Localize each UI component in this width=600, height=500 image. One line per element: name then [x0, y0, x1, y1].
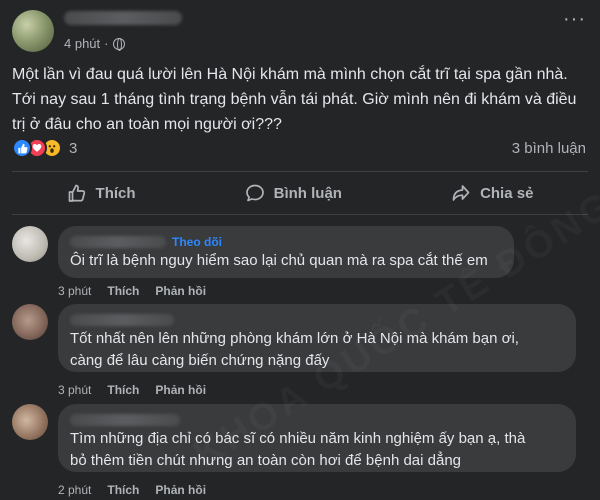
- comment-text-line-1: Tìm những địa chỉ có bác sĩ có nhiều năm…: [70, 430, 526, 447]
- share-button[interactable]: Chia sẻ: [451, 183, 533, 203]
- comment-like-button[interactable]: Thích: [107, 284, 139, 298]
- comment-time[interactable]: 3 phút: [58, 383, 91, 397]
- comment-reply-button[interactable]: Phản hồi: [155, 383, 206, 397]
- comment-bubble: Theo dõi Ôi trĩ là bệnh nguy hiểm sao lạ…: [58, 226, 514, 278]
- commenter-name-redacted[interactable]: [70, 414, 180, 426]
- follow-button[interactable]: Theo dõi: [172, 235, 222, 249]
- like-label: Thích: [95, 184, 136, 202]
- comment-2-actions: 3 phút Thích Phản hồi: [58, 383, 222, 397]
- comment-reply-button[interactable]: Phản hồi: [155, 483, 206, 497]
- comment-like-button[interactable]: Thích: [107, 383, 139, 397]
- share-label: Chia sẻ: [480, 184, 534, 202]
- post-header: 4 phút ·: [12, 10, 182, 52]
- comment-bubble: Tìm những địa chỉ có bác sĩ có nhiều năm…: [58, 404, 576, 472]
- divider-bottom: [12, 214, 588, 215]
- commenter-name-row: Theo dõi: [70, 234, 502, 250]
- commenter-name-redacted[interactable]: [70, 236, 166, 248]
- comment-text-line-2: bỏ thêm tiền chút nhưng an toàn còn hơi …: [70, 452, 462, 469]
- comment-text-line-2: càng để lâu càng biến chứng nặng đấy: [70, 352, 330, 369]
- comment-label: Bình luận: [273, 184, 342, 202]
- action-bar: Thích Bình luận Chia sẻ: [12, 172, 588, 214]
- commenter-avatar[interactable]: [12, 304, 48, 340]
- like-icon: [12, 138, 32, 158]
- commenter-name-row: [70, 312, 564, 328]
- author-block: 4 phút ·: [64, 11, 182, 51]
- commenter-name-redacted[interactable]: [70, 314, 174, 326]
- comment-text: Ôi trĩ là bệnh nguy hiểm sao lại chủ qua…: [70, 252, 488, 269]
- comment-bubble-icon: [245, 184, 264, 202]
- comment-time[interactable]: 2 phút: [58, 483, 91, 497]
- reactions-row: 3 3 bình luận: [12, 138, 586, 158]
- reaction-count: 3: [69, 139, 78, 157]
- comment-count[interactable]: 3 bình luận: [512, 140, 586, 157]
- reaction-summary[interactable]: 3: [12, 138, 77, 158]
- comment-1-actions: 3 phút Thích Phản hồi: [58, 284, 222, 298]
- meta-separator: ·: [104, 36, 109, 51]
- post-text: Một lần vì đau quá lười lên Hà Nội khám …: [12, 66, 577, 133]
- comment-bubble: Tốt nhất nên lên những phòng khám lớn ở …: [58, 304, 576, 372]
- comment-button[interactable]: Bình luận: [245, 183, 342, 203]
- like-button[interactable]: Thích: [67, 183, 136, 203]
- post-meta: 4 phút ·: [64, 36, 182, 51]
- globe-icon[interactable]: [112, 37, 125, 51]
- comment-3-actions: 2 phút Thích Phản hồi: [58, 483, 222, 497]
- commenter-avatar[interactable]: [12, 226, 48, 262]
- thumbs-up-icon: [68, 184, 85, 202]
- comment-reply-button[interactable]: Phản hồi: [155, 284, 206, 298]
- comment-time[interactable]: 3 phút: [58, 284, 91, 298]
- author-avatar[interactable]: [12, 10, 54, 52]
- commenter-name-row: [70, 412, 564, 428]
- share-arrow-icon: [452, 185, 470, 201]
- more-options-icon[interactable]: ···: [563, 9, 586, 29]
- post-time[interactable]: 4 phút: [64, 36, 100, 51]
- commenter-avatar[interactable]: [12, 404, 48, 440]
- comment-text-line-1: Tốt nhất nên lên những phòng khám lớn ở …: [70, 330, 519, 347]
- author-name-redacted[interactable]: [64, 11, 182, 25]
- comment-like-button[interactable]: Thích: [107, 483, 139, 497]
